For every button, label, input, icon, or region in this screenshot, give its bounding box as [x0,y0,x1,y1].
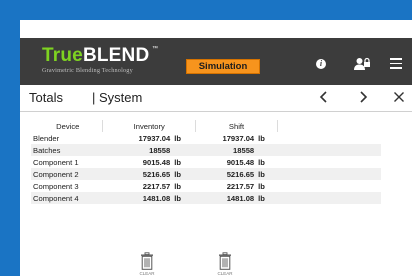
chevron-left-icon[interactable] [315,88,333,106]
inventory-unit: lb [174,168,196,180]
simulation-mode-badge[interactable]: Simulation [186,59,260,74]
table-header-row: Device Inventory Shift [31,120,381,132]
shift-value: 1481.08 [195,192,259,204]
shift-unit: lb [258,133,265,143]
table-row: Component 1 9015.48 lb 9015.48 lb [31,156,381,168]
inventory-unit: lb [174,133,181,143]
shift-value: 5216.65 [195,168,259,180]
menu-bar [390,67,402,69]
inventory-value: 17937.04 [138,133,171,143]
inventory-value: 5216.65 [102,168,175,180]
column-header-inventory: Inventory [102,120,196,132]
inventory-value: 1481.08 [102,192,175,204]
user-lock-icon[interactable] [354,57,370,71]
inventory-unit [174,144,196,156]
clear-inventory-button[interactable]: CLEAR [133,252,161,276]
table-row: Component 3 2217.57 lb 2217.57 lb [31,180,381,192]
shift-unit [258,144,278,156]
inventory-value: 9015.48 [142,157,171,167]
info-icon[interactable]: i [316,59,326,69]
device-cell: Component 2 [31,168,103,180]
inventory-unit: lb [174,181,181,191]
column-header-shift: Shift [194,120,278,132]
clear-shift-label: CLEAR [217,271,233,276]
trueblend-logo: TrueBLEND ™ Gravimetric Blending Technol… [42,46,158,78]
table-row: Batches 18558 18558 [31,144,381,156]
top-margin [20,20,412,38]
totals-table: Device Inventory Shift Blender 17937.04 … [31,120,381,204]
shift-value: 9015.48 [226,157,255,167]
column-header-device: Device [56,121,80,131]
trash-icon [219,252,231,270]
trademark-mark: ™ [152,46,158,52]
shift-value: 18558 [195,144,259,156]
shift-unit: lb [258,157,265,167]
clear-inventory-label: CLEAR [139,271,155,276]
inventory-value: 2217.57 [142,181,171,191]
brand-blend: BLEND [82,45,150,66]
inventory-unit: lb [174,192,196,204]
brand-true: True [42,45,83,66]
inventory-value: 18558 [102,144,175,156]
device-cell: Component 4 [31,192,103,204]
close-icon[interactable] [390,88,408,106]
brand-tagline: Gravimetric Blending Technology [42,67,133,74]
device-cell: Batches [31,144,103,156]
brand-wordmark: TrueBLEND [42,46,149,66]
table-row: Component 4 1481.08 lb 1481.08 lb [31,192,381,204]
app-header: TrueBLEND ™ Gravimetric Blending Technol… [20,38,412,85]
hmi-screen: TrueBLEND ™ Gravimetric Blending Technol… [20,20,412,276]
chevron-right-icon[interactable] [354,88,372,106]
inventory-unit: lb [174,157,181,167]
shift-value: 17937.04 [222,133,255,143]
trash-icon [141,252,153,270]
shift-unit: lb [258,192,278,204]
page-title: Totals [29,90,63,105]
page-subtitle: | System [92,90,143,105]
clear-shift-button[interactable]: CLEAR [211,252,239,276]
menu-bar [390,58,402,60]
column-header-spacer [277,120,381,132]
device-cell: Component 3 [33,181,79,191]
shift-value: 2217.57 [226,181,255,191]
table-row: Blender 17937.04 lb 17937.04 lb [31,132,381,144]
menu-bar [390,62,402,65]
table-row: Component 2 5216.65 lb 5216.65 lb [31,168,381,180]
device-cell: Blender [33,133,60,143]
page-navbar: Totals | System [20,85,412,112]
device-cell: Component 1 [33,157,79,167]
hamburger-menu-icon[interactable] [390,58,402,69]
shift-unit: lb [258,168,278,180]
shift-unit: lb [258,181,265,191]
